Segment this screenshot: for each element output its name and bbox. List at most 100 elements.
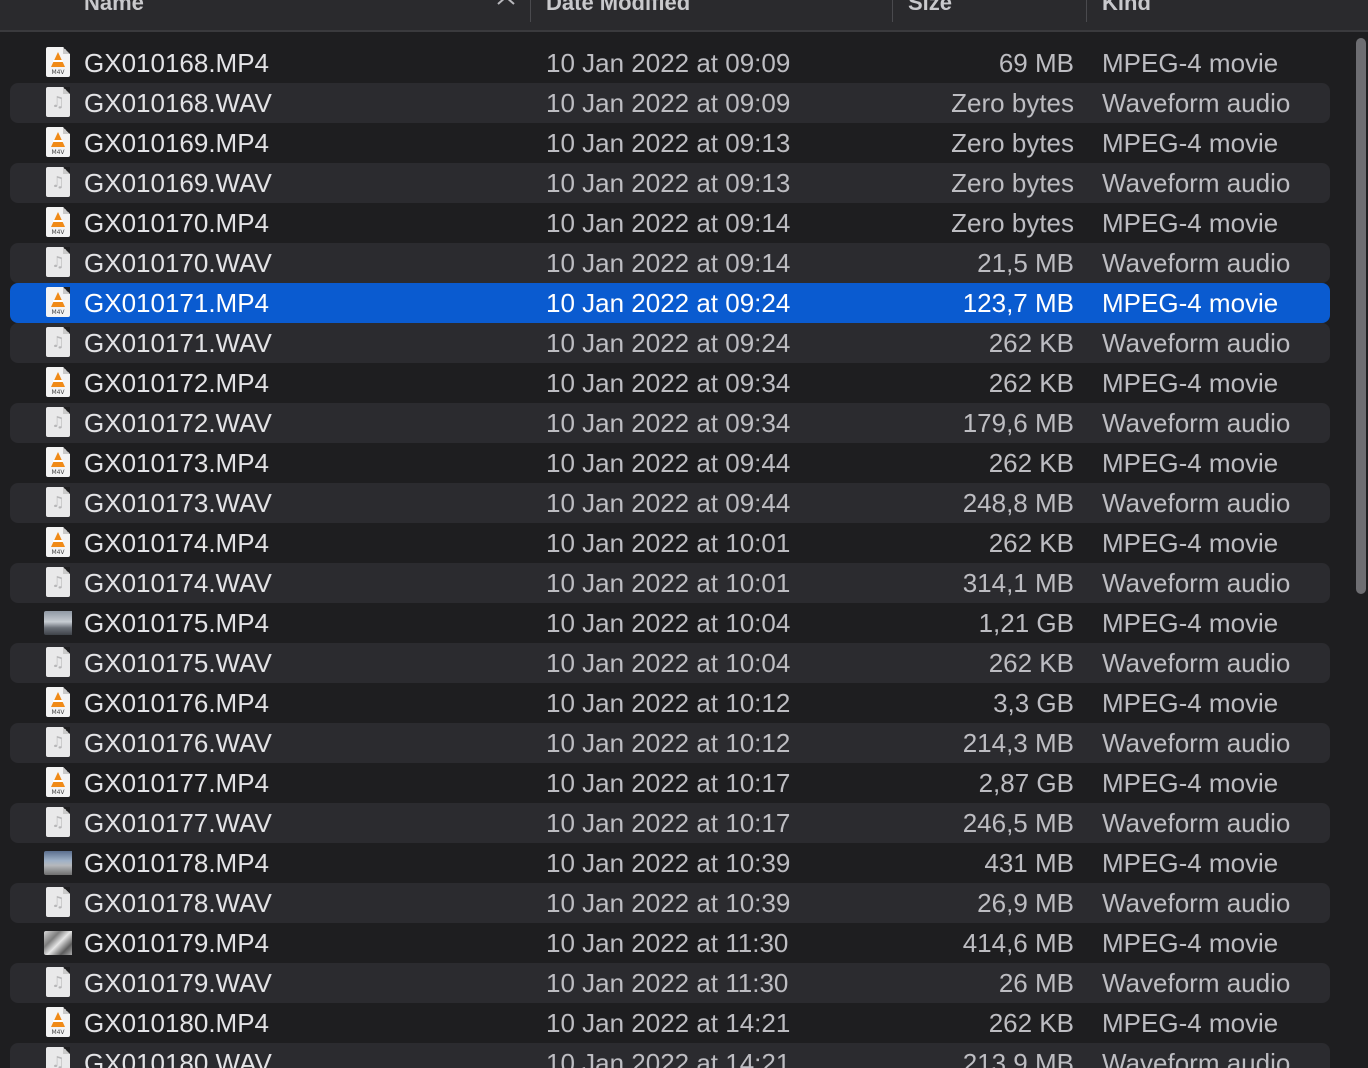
file-icon-cell: M4V xyxy=(44,767,72,799)
file-size: 262 KB xyxy=(988,448,1074,478)
file-name: GX010168.WAV xyxy=(84,88,272,118)
file-row[interactable]: ♫ GX010176.WAV 10 Jan 2022 at 10:12 214,3 M… xyxy=(10,723,1330,763)
file-name: GX010178.WAV xyxy=(84,888,272,918)
file-icon-cell: ♫ xyxy=(44,647,72,679)
file-row[interactable]: GX010175.MP4 10 Jan 2022 at 10:04 1,21 GB M… xyxy=(10,603,1330,643)
file-size: 414,6 MB xyxy=(962,928,1074,958)
column-header-kind[interactable]: Kind xyxy=(1102,0,1322,30)
vlc-m4v-file-icon: M4V xyxy=(46,127,70,157)
music-note-icon: ♫ xyxy=(51,573,65,591)
file-row[interactable]: M4V GX010174.MP4 10 Jan 2022 at 10:01 262 K… xyxy=(10,523,1330,563)
file-date-modified: 10 Jan 2022 at 11:30 xyxy=(546,968,789,998)
audio-file-icon: ♫ xyxy=(46,567,70,597)
file-row[interactable]: ♫ GX010173.WAV 10 Jan 2022 at 09:44 248,8 M… xyxy=(10,483,1330,523)
file-date-modified: 10 Jan 2022 at 10:12 xyxy=(546,688,791,718)
file-row[interactable]: ♫ GX010177.WAV 10 Jan 2022 at 10:17 246,5 M… xyxy=(10,803,1330,843)
file-row[interactable]: ♫ GX010171.WAV 10 Jan 2022 at 09:24 262 KB W… xyxy=(10,323,1330,363)
file-size: Zero bytes xyxy=(951,128,1074,158)
file-row[interactable]: M4V GX010180.MP4 10 Jan 2022 at 14:21 262 K… xyxy=(10,1003,1330,1043)
file-icon-cell: M4V xyxy=(44,127,72,159)
file-name: GX010176.MP4 xyxy=(84,688,270,718)
file-name: GX010178.MP4 xyxy=(84,848,270,878)
music-note-icon: ♫ xyxy=(51,1053,65,1068)
file-name: GX010172.MP4 xyxy=(84,368,270,398)
file-date-modified: 10 Jan 2022 at 10:17 xyxy=(546,768,791,798)
music-note-icon: ♫ xyxy=(51,93,65,111)
file-row[interactable]: ♫ GX010168.WAV 10 Jan 2022 at 09:09 Zero by… xyxy=(10,83,1330,123)
file-date-modified: 10 Jan 2022 at 10:12 xyxy=(546,728,791,758)
m4v-icon-label: M4V xyxy=(51,1029,65,1036)
file-row[interactable]: GX010179.MP4 10 Jan 2022 at 11:30 414,6 MB… xyxy=(10,923,1330,963)
file-row[interactable]: M4V GX010169.MP4 10 Jan 2022 at 09:13 Zero … xyxy=(10,123,1330,163)
file-kind: Waveform audio xyxy=(1102,248,1291,278)
file-row[interactable]: M4V GX010172.MP4 10 Jan 2022 at 09:34 262 K… xyxy=(10,363,1330,403)
file-icon-cell: ♫ xyxy=(44,87,72,119)
file-icon-cell: M4V xyxy=(44,287,72,319)
file-row[interactable]: ♫ GX010174.WAV 10 Jan 2022 at 10:01 314,1 M… xyxy=(10,563,1330,603)
vertical-scrollbar[interactable] xyxy=(1353,32,1368,1068)
file-size: 262 KB xyxy=(988,648,1074,678)
column-divider[interactable] xyxy=(530,0,531,22)
file-row[interactable]: M4V GX010171.MP4 10 Jan 2022 at 09:24 123,7… xyxy=(10,283,1330,323)
file-date-modified: 10 Jan 2022 at 09:14 xyxy=(546,248,791,278)
vlc-m4v-file-icon: M4V xyxy=(46,1007,70,1037)
m4v-icon-label: M4V xyxy=(51,709,65,716)
vlc-m4v-file-icon: M4V xyxy=(46,687,70,717)
file-row[interactable]: M4V GX010173.MP4 10 Jan 2022 at 09:44 262 K… xyxy=(10,443,1330,483)
file-name: GX010177.MP4 xyxy=(84,768,270,798)
file-name: GX010173.WAV xyxy=(84,488,272,518)
file-kind: Waveform audio xyxy=(1102,168,1291,198)
file-row[interactable]: ♫ GX010175.WAV 10 Jan 2022 at 10:04 262 KB W… xyxy=(10,643,1330,683)
file-kind: MPEG-4 movie xyxy=(1102,48,1279,78)
column-divider[interactable] xyxy=(1086,0,1087,22)
file-kind: MPEG-4 movie xyxy=(1102,288,1279,318)
file-icon-cell: ♫ xyxy=(44,407,72,439)
file-kind: Waveform audio xyxy=(1102,728,1291,758)
file-date-modified: 10 Jan 2022 at 09:34 xyxy=(546,408,791,438)
file-row[interactable]: M4V GX010177.MP4 10 Jan 2022 at 10:17 2,87 … xyxy=(10,763,1330,803)
file-name: GX010169.MP4 xyxy=(84,128,270,158)
file-row[interactable]: ♫ GX010179.WAV 10 Jan 2022 at 11:30 26 MB Wa… xyxy=(10,963,1330,1003)
file-row[interactable]: ♫ GX010178.WAV 10 Jan 2022 at 10:39 26,9 MB… xyxy=(10,883,1330,923)
file-date-modified: 10 Jan 2022 at 10:39 xyxy=(546,888,791,918)
file-name: GX010173.MP4 xyxy=(84,448,270,478)
column-header-date-modified[interactable]: Date Modified xyxy=(546,0,876,30)
file-name: GX010168.MP4 xyxy=(84,48,270,78)
m4v-icon-label: M4V xyxy=(51,789,65,796)
column-divider[interactable] xyxy=(892,0,893,22)
file-kind: Waveform audio xyxy=(1102,488,1291,518)
column-header-size[interactable]: Size xyxy=(908,0,1068,30)
column-header-name[interactable]: Name xyxy=(84,0,484,30)
file-size: 21,5 MB xyxy=(977,248,1074,278)
file-row[interactable]: GX010178.MP4 10 Jan 2022 at 10:39 431 MB MP… xyxy=(10,843,1330,883)
music-note-icon: ♫ xyxy=(51,173,65,191)
file-row[interactable]: M4V GX010176.MP4 10 Jan 2022 at 10:12 3,3 G… xyxy=(10,683,1330,723)
file-size: 262 KB xyxy=(988,328,1074,358)
file-size: 314,1 MB xyxy=(962,568,1074,598)
m4v-icon-label: M4V xyxy=(51,309,65,316)
file-name: GX010180.WAV xyxy=(84,1048,272,1068)
file-row[interactable]: ♫ GX010170.WAV 10 Jan 2022 at 09:14 21,5 MB… xyxy=(10,243,1330,283)
audio-file-icon: ♫ xyxy=(46,87,70,117)
file-icon-cell xyxy=(44,607,72,639)
file-icon-cell: M4V xyxy=(44,447,72,479)
file-name: GX010172.WAV xyxy=(84,408,272,438)
file-icon-cell xyxy=(44,927,72,959)
file-row[interactable]: ♫ GX010172.WAV 10 Jan 2022 at 09:34 179,6 M… xyxy=(10,403,1330,443)
file-row[interactable]: ♫ GX010180.WAV 10 Jan 2022 at 14:21 213,9 M… xyxy=(10,1043,1330,1068)
file-size: 26,9 MB xyxy=(977,888,1074,918)
file-date-modified: 10 Jan 2022 at 09:24 xyxy=(546,288,791,318)
file-icon-cell: ♫ xyxy=(44,327,72,359)
file-size: 431 MB xyxy=(984,848,1074,878)
file-row[interactable]: ♫ GX010169.WAV 10 Jan 2022 at 09:13 Zero by… xyxy=(10,163,1330,203)
audio-file-icon: ♫ xyxy=(46,807,70,837)
file-size: 214,3 MB xyxy=(962,728,1074,758)
file-row[interactable]: M4V GX010170.MP4 10 Jan 2022 at 09:14 Zero … xyxy=(10,203,1330,243)
file-icon-cell: ♫ xyxy=(44,567,72,599)
file-name: GX010174.WAV xyxy=(84,568,272,598)
scrollbar-thumb[interactable] xyxy=(1356,38,1366,594)
file-name: GX010180.MP4 xyxy=(84,1008,270,1038)
file-row[interactable]: M4V GX010168.MP4 10 Jan 2022 at 09:09 69 MB… xyxy=(10,43,1330,83)
file-kind: Waveform audio xyxy=(1102,1048,1291,1068)
sort-ascending-chevron-icon[interactable] xyxy=(494,0,518,16)
